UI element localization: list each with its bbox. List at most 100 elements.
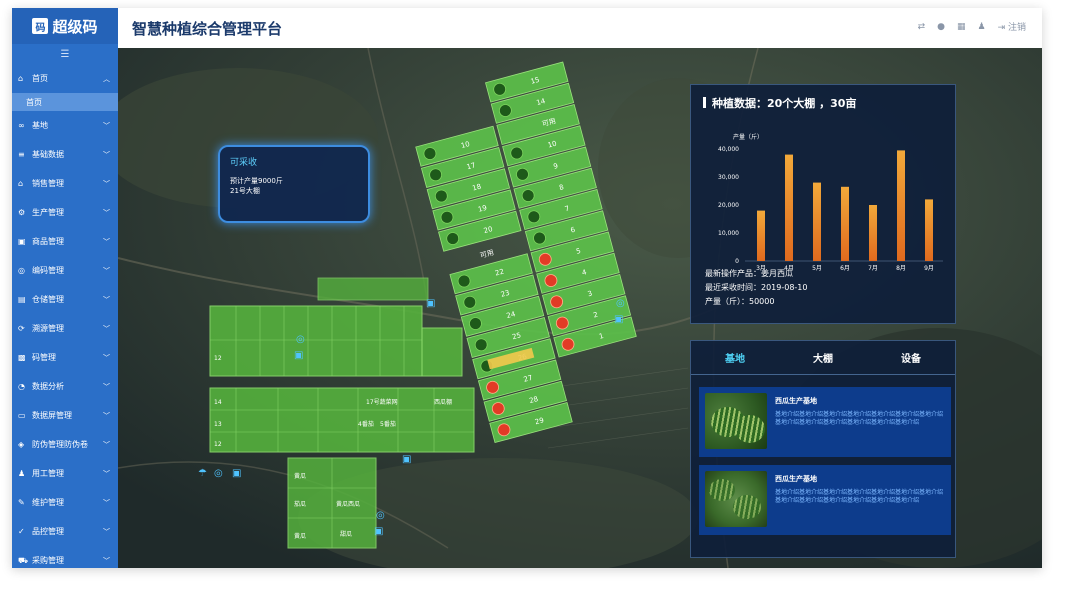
home-icon: ⌂ (18, 74, 24, 83)
database-icon: ≡ (18, 150, 25, 159)
x-tick-label: 5月 (812, 265, 822, 272)
sidebar-item[interactable]: ≡ 基础数据 ﹀ (12, 140, 118, 169)
field-label: 甜瓜 (340, 530, 352, 538)
tab-bar: 基地 大棚 设备 (691, 341, 955, 375)
chevron-down-icon: ﹀ (103, 208, 110, 217)
x-tick-label: 8月 (896, 265, 906, 272)
tab-device[interactable]: 设备 (867, 341, 955, 374)
chevron-up-icon: ︿ (103, 74, 110, 83)
check-icon: ✓ (18, 527, 25, 536)
page-title: 智慧种植综合管理平台 (132, 19, 283, 38)
chevron-down-icon: ﹀ (103, 498, 110, 507)
sidebar-item[interactable]: ▩ 码管理 ﹀ (12, 343, 118, 372)
bar[interactable] (841, 186, 849, 261)
sidebar-item-label: 品控管理 (32, 527, 64, 536)
chevron-down-icon: ﹀ (103, 382, 110, 391)
sidebar-item[interactable]: ◔ 数据分析 ﹀ (12, 372, 118, 401)
sidebar-item[interactable]: ◈ 防伪管理防伪卷 ﹀ (12, 430, 118, 459)
sidebar-item[interactable]: ⌂ 首页 ︿ (12, 64, 118, 93)
cart-icon: ⛟ (18, 555, 29, 565)
bar[interactable] (813, 182, 821, 261)
menu-toggle-icon[interactable]: ☰ (12, 44, 118, 64)
sensor-icon[interactable]: ▣ (402, 454, 411, 465)
x-tick-label: 9月 (924, 265, 934, 272)
weather-icon[interactable]: ☂ (198, 468, 207, 479)
logout-button[interactable]: ⇥ 注销 (998, 20, 1026, 33)
sidebar-item[interactable]: ◎ 编码管理 ﹀ (12, 256, 118, 285)
sidebar-subitem[interactable]: 首页 (12, 93, 118, 111)
screen-icon: ▭ (18, 411, 26, 420)
sidebar-item-label: 防伪管理防伪卷 (32, 440, 88, 449)
field-label: 茄瓜 (294, 500, 306, 508)
sidebar-item[interactable]: ✎ 维护管理 ﹀ (12, 488, 118, 517)
sidebar-item-label: 码管理 (32, 353, 56, 362)
sidebar-item-label: 数据屏管理 (32, 411, 72, 420)
chevron-down-icon: ﹀ (103, 440, 110, 449)
farm-map[interactable]: 12 14 13 12 17号蔬菜网 西瓜棚 4番茄 5番茄 黄瓜 茄瓜 黄瓜 … (118, 48, 1042, 568)
app-window: 码 超级码 ☰ ⌂ 首页 ︿ 首页 ∞ 基地 ﹀ ≡ 基础数据 ﹀ ⌂ 销售管理 ﹀ ⚙ 生产管理 ﹀ ▣ 商品管… (12, 8, 1042, 568)
field-label: 17号蔬菜网 (366, 398, 398, 406)
tab-base[interactable]: 基地 (691, 341, 779, 374)
qr-icon: ▩ (18, 353, 26, 362)
chevron-down-icon: ﹀ (103, 295, 110, 304)
sensor-icon[interactable]: ▣ (426, 298, 435, 309)
chevron-down-icon: ﹀ (103, 266, 110, 275)
header-tools: ⇄ ● ▦ ♟ ⇥ 注销 (918, 20, 1026, 34)
sidebar-item[interactable]: ▣ 商品管理 ﹀ (12, 227, 118, 256)
bar[interactable] (785, 154, 793, 261)
base-card[interactable]: 西瓜生产基地 基地介绍基地介绍基地介绍基地介绍基地介绍基地介绍基地介绍基地介绍基… (699, 387, 951, 457)
card-title: 西瓜生产基地 (775, 397, 817, 405)
sidebar: 码 超级码 ☰ ⌂ 首页 ︿ 首页 ∞ 基地 ﹀ ≡ 基础数据 ﹀ ⌂ 销售管理 ﹀ ⚙ 生产管理 ﹀ ▣ 商品管… (12, 8, 118, 568)
bar[interactable] (869, 205, 877, 261)
field-label: 4番茄 (358, 420, 374, 428)
chevron-down-icon: ﹀ (103, 324, 110, 333)
logo-icon: 码 (32, 18, 49, 34)
camera-icon[interactable]: ◎ (376, 510, 385, 521)
message-icon[interactable]: ● (937, 22, 945, 32)
card-title: 西瓜生产基地 (775, 475, 817, 483)
sidebar-item[interactable]: ∞ 基地 ﹀ (12, 111, 118, 140)
bar[interactable] (925, 199, 933, 261)
sidebar-item[interactable]: ⟳ 溯源管理 ﹀ (12, 314, 118, 343)
sensor-icon[interactable]: ▣ (294, 350, 303, 361)
logo[interactable]: 码 超级码 (12, 8, 118, 44)
tab-greenhouse[interactable]: 大棚 (779, 341, 867, 374)
sidebar-item-label: 基础数据 (32, 150, 64, 159)
building-icon[interactable]: ▦ (957, 22, 966, 32)
sidebar-item-label: 用工管理 (32, 469, 64, 478)
chevron-down-icon: ﹀ (103, 121, 110, 130)
y-tick-label: 30,000 (718, 174, 739, 181)
x-tick-label: 6月 (840, 265, 850, 272)
chevron-down-icon: ﹀ (103, 353, 110, 362)
sidebar-item[interactable]: ⛟ 采购管理 ﹀ (12, 546, 118, 568)
field-label: 14 (214, 399, 222, 406)
sensor-icon[interactable]: ▣ (374, 526, 383, 537)
field-label: 西瓜棚 (434, 398, 452, 406)
sensor-icon[interactable]: ▣ (614, 314, 623, 325)
bar[interactable] (897, 150, 905, 261)
field-label: 黄瓜西瓜 (336, 500, 360, 508)
base-card[interactable]: 西瓜生产基地 基地介绍基地介绍基地介绍基地介绍基地介绍基地介绍基地介绍基地介绍基… (699, 465, 951, 535)
sidebar-item-label: 基地 (32, 121, 48, 130)
bar[interactable] (757, 210, 765, 261)
camera-icon[interactable]: ◎ (616, 298, 625, 309)
chevron-down-icon: ﹀ (103, 411, 110, 420)
sidebar-item[interactable]: ▤ 仓储管理 ﹀ (12, 285, 118, 314)
sidebar-item-label: 维护管理 (32, 498, 64, 507)
sidebar-item[interactable]: ♟ 用工管理 ﹀ (12, 459, 118, 488)
sensor-icon[interactable]: ▣ (232, 468, 241, 479)
swap-icon[interactable]: ⇄ (918, 22, 926, 32)
sidebar-item[interactable]: ⚙ 生产管理 ﹀ (12, 198, 118, 227)
user-icon[interactable]: ♟ (977, 22, 985, 32)
sidebar-item[interactable]: ⌂ 销售管理 ﹀ (12, 169, 118, 198)
y-tick-label: 40,000 (718, 146, 739, 153)
chart-icon: ◔ (18, 382, 25, 391)
warehouse-icon: ▤ (18, 295, 26, 304)
sidebar-item[interactable]: ▭ 数据屏管理 ﹀ (12, 401, 118, 430)
chevron-down-icon: ﹀ (103, 150, 110, 159)
camera-icon[interactable]: ◎ (214, 468, 223, 479)
camera-icon[interactable]: ◎ (296, 334, 305, 345)
sidebar-item[interactable]: ✓ 品控管理 ﹀ (12, 517, 118, 546)
popup-title: 可采收 (230, 158, 258, 168)
harvest-popup[interactable]: 可采收 预计产量9000斤 21号大棚 (218, 145, 370, 223)
